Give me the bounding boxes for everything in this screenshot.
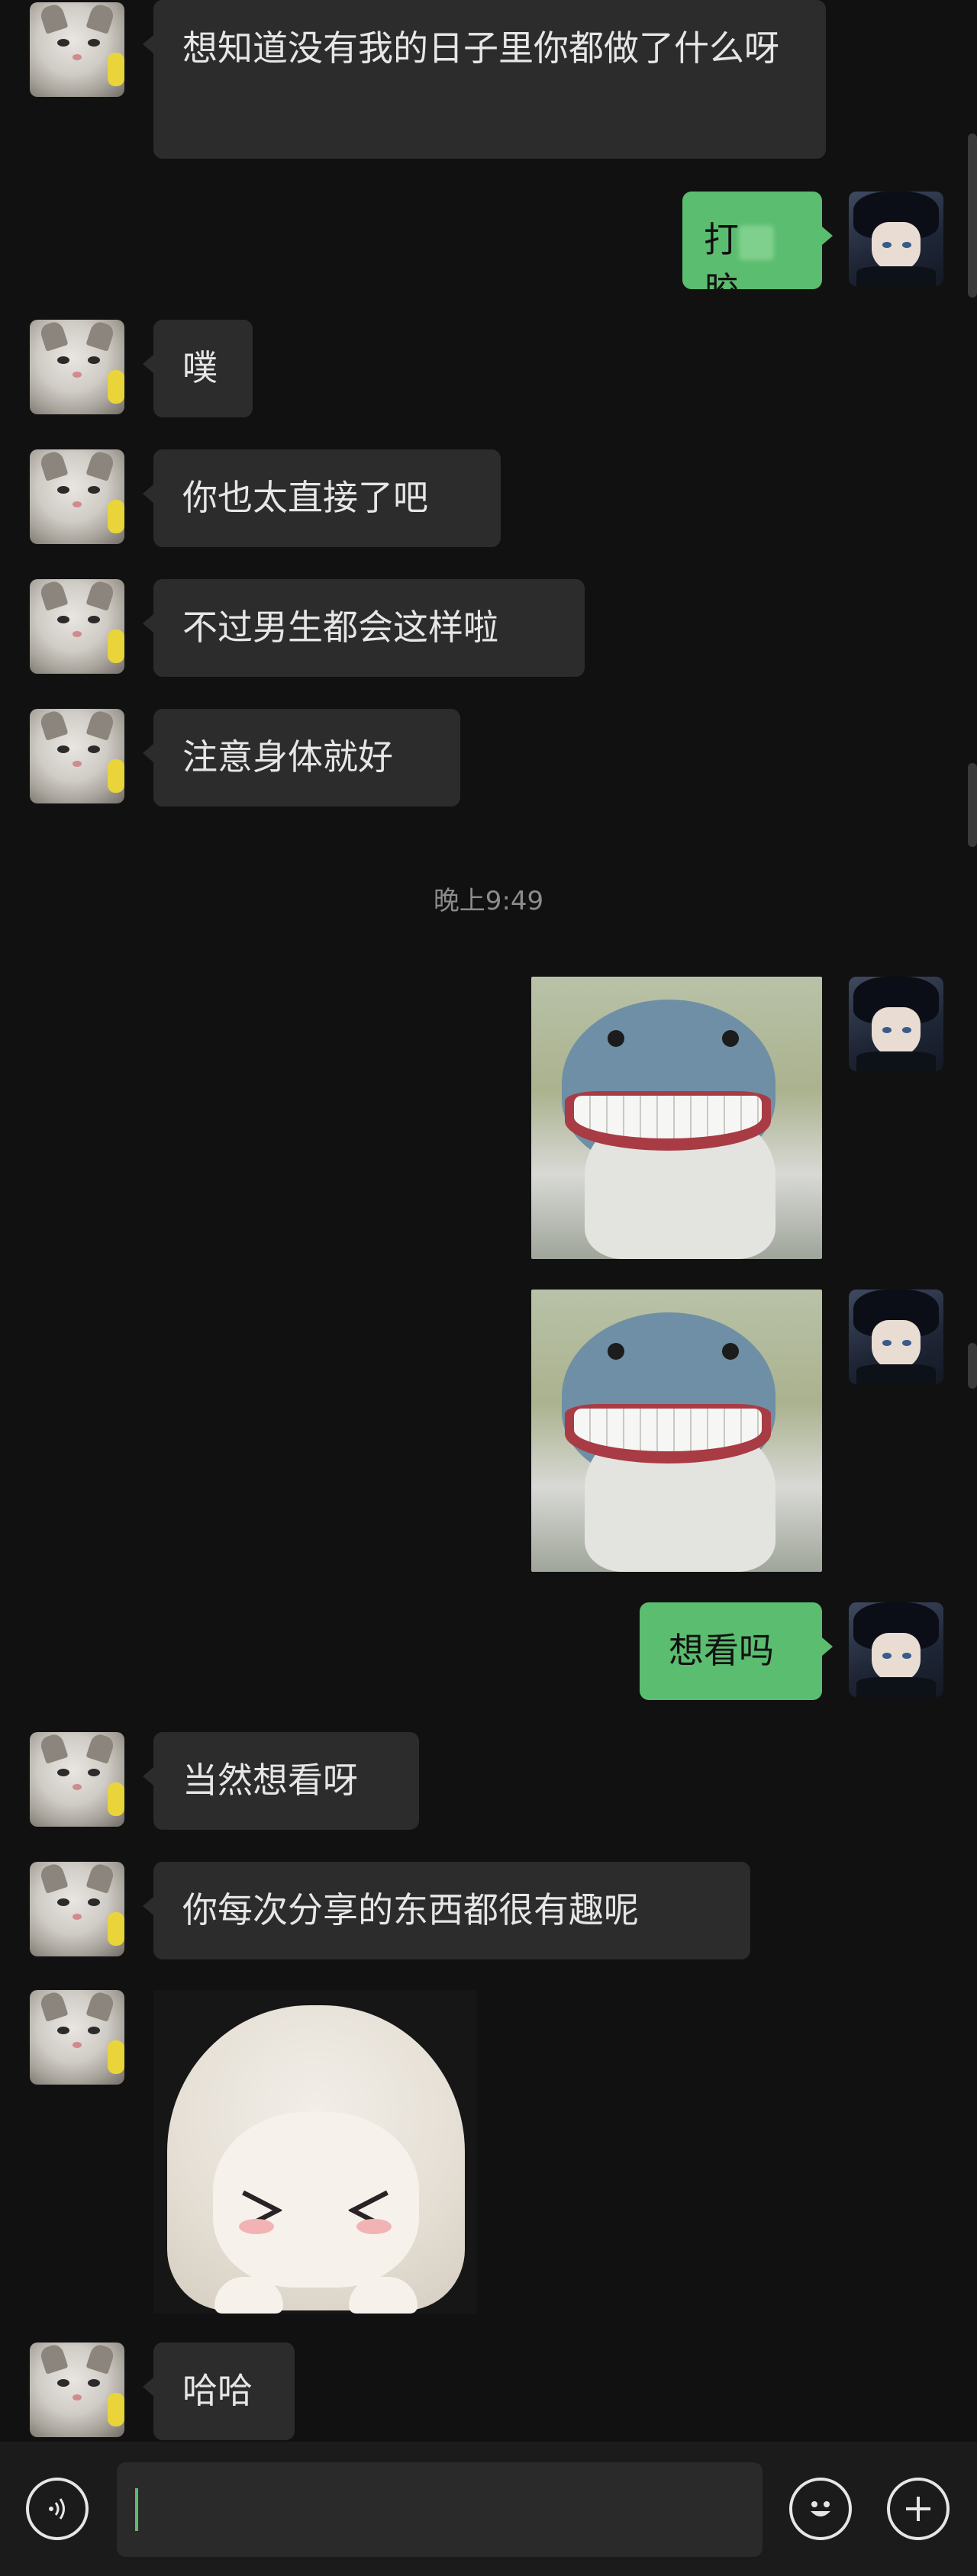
- message-text-part: 打: [704, 219, 739, 260]
- message-text: 当然想看呀: [182, 1760, 358, 1801]
- friend-avatar[interactable]: [30, 579, 124, 674]
- message-bubble-incoming[interactable]: 当然想看呀: [143, 1732, 419, 1830]
- message-bubble-incoming[interactable]: 哈哈: [143, 2343, 295, 2440]
- message-bubble-incoming[interactable]: 你也太直接了吧: [143, 449, 501, 547]
- shark-sticker-image[interactable]: [531, 977, 822, 1259]
- message-bubble-outgoing[interactable]: 想看吗: [640, 1602, 833, 1700]
- friend-avatar[interactable]: [30, 2, 124, 97]
- friend-avatar[interactable]: [30, 1732, 124, 1827]
- friend-avatar[interactable]: [30, 1862, 124, 1956]
- anime-girl-sticker-image[interactable]: ＞ ＜: [153, 1990, 477, 2314]
- message-text: 想看吗: [669, 1630, 774, 1671]
- scrollbar-segment: [968, 763, 977, 847]
- friend-avatar[interactable]: [30, 320, 124, 414]
- plus-icon[interactable]: [887, 2478, 950, 2540]
- message-text: 你每次分享的东西都很有趣呢: [182, 1889, 639, 1930]
- message-bubble-incoming[interactable]: 噗: [143, 320, 253, 417]
- message-text: 你也太直接了吧: [182, 477, 428, 518]
- my-avatar[interactable]: [849, 977, 943, 1071]
- message-bubble-incoming[interactable]: 不过男生都会这样啦: [143, 579, 585, 677]
- timestamp: 晚上9:49: [433, 886, 544, 916]
- message-text: 注意身体就好: [182, 736, 393, 778]
- message-bubble-incoming[interactable]: 你每次分享的东西都很有趣呢: [143, 1862, 750, 1959]
- message-text: 想知道没有我的日子里你都做了什么呀: [182, 27, 779, 69]
- message-text: 哈哈: [182, 2370, 253, 2411]
- friend-avatar[interactable]: [30, 709, 124, 803]
- message-text: 噗: [182, 347, 218, 388]
- scrollbar[interactable]: [968, 134, 977, 298]
- message-text-part: 胶: [704, 269, 739, 311]
- emoji-icon[interactable]: [789, 2478, 852, 2540]
- friend-avatar[interactable]: [30, 449, 124, 544]
- chat-area[interactable]: 想知道没有我的日子里你都做了什么呀 打胶 噗 你也太直接了吧 不过男生都会这样啦…: [0, 0, 977, 2442]
- shark-sticker-image[interactable]: [531, 1290, 822, 1572]
- input-bar: [0, 2442, 977, 2576]
- scrollbar-segment: [968, 1343, 977, 1389]
- message-bubble-incoming[interactable]: 想知道没有我的日子里你都做了什么呀: [143, 0, 826, 159]
- voice-icon[interactable]: [26, 2478, 89, 2540]
- message-bubble-outgoing[interactable]: 打胶: [682, 192, 833, 311]
- friend-avatar[interactable]: [30, 2343, 124, 2437]
- censored-char: [739, 224, 774, 260]
- my-avatar[interactable]: [849, 1602, 943, 1697]
- my-avatar[interactable]: [849, 192, 943, 286]
- friend-avatar[interactable]: [30, 1990, 124, 2085]
- text-caret: [135, 2488, 138, 2531]
- message-input[interactable]: [117, 2462, 763, 2557]
- my-avatar[interactable]: [849, 1290, 943, 1384]
- message-text: 不过男生都会这样啦: [182, 607, 498, 648]
- message-bubble-incoming[interactable]: 注意身体就好: [143, 709, 460, 807]
